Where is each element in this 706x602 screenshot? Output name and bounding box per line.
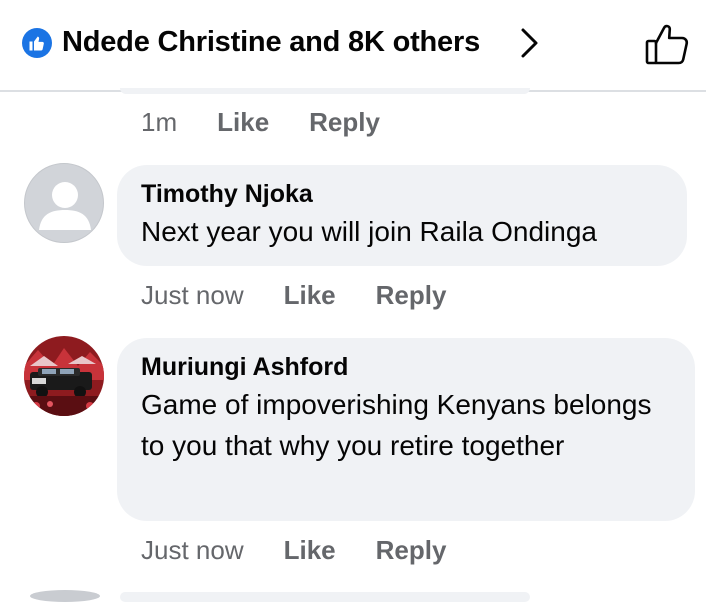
like-reaction-icon: [22, 28, 52, 58]
comment-actions: Just now Like Reply: [141, 535, 446, 566]
avatar[interactable]: [24, 163, 104, 243]
next-avatar-edge: [30, 590, 100, 602]
comment-author[interactable]: Muriungi Ashford: [141, 352, 671, 382]
comment-timestamp: Just now: [141, 280, 244, 310]
car-photo-avatar: [24, 336, 104, 416]
reply-button[interactable]: Reply: [309, 107, 380, 138]
comment-timestamp: Just now: [141, 535, 244, 565]
chevron-right-icon[interactable]: [516, 26, 542, 60]
default-profile-avatar: [39, 182, 91, 230]
avatar[interactable]: [24, 336, 104, 416]
comment-bubble: Muriungi Ashford Game of impoverishing K…: [117, 338, 695, 521]
reactions-header[interactable]: Ndede Christine and 8K others: [0, 0, 706, 90]
thumbs-up-outline-icon[interactable]: [644, 22, 690, 66]
comment-text: Next year you will join Raila Ondinga: [141, 216, 597, 247]
previous-comment-bubble-edge: [120, 88, 530, 94]
like-button[interactable]: Like: [284, 280, 336, 311]
like-button[interactable]: Like: [284, 535, 336, 566]
next-comment-bubble-edge: [120, 592, 530, 602]
comment-timestamp: 1m: [141, 107, 178, 137]
previous-comment-actions: 1m Like Reply: [141, 107, 380, 138]
reply-button[interactable]: Reply: [376, 535, 447, 566]
comment-author[interactable]: Timothy Njoka: [141, 179, 663, 209]
comment-actions: Just now Like Reply: [141, 280, 446, 311]
reactors-summary[interactable]: Ndede Christine and 8K others: [62, 26, 480, 59]
comment-text: Game of impoverishing Kenyans belongs to…: [141, 389, 652, 461]
like-button[interactable]: Like: [217, 107, 269, 138]
reply-button[interactable]: Reply: [376, 280, 447, 311]
comment-bubble: Timothy Njoka Next year you will join Ra…: [117, 165, 687, 266]
